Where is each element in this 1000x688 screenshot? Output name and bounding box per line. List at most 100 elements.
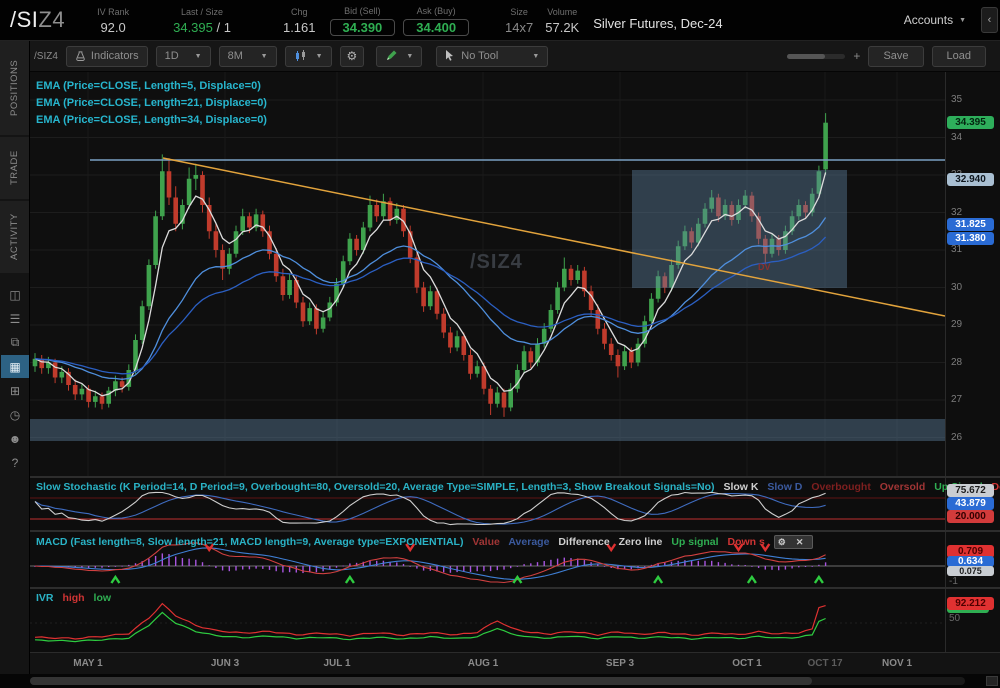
candlestick-icon xyxy=(294,50,307,62)
ema21-price-badge: 31.825 xyxy=(947,218,994,231)
legend-slow-k: Slow K xyxy=(723,481,758,493)
time-tick: AUG 1 xyxy=(468,658,499,669)
price-tick: 32 xyxy=(951,207,962,218)
sidebar-tab-positions[interactable]: POSITIONS xyxy=(0,41,29,135)
ema34-label[interactable]: EMA (Price=CLOSE, Length=34, Displace=0) xyxy=(36,112,267,129)
chg-label: Chg xyxy=(291,6,308,19)
timeframe-dropdown[interactable]: 1D ▼ xyxy=(156,46,211,67)
accounts-dropdown[interactable]: Accounts ▼ xyxy=(904,13,966,27)
range-value: 8M xyxy=(228,50,243,62)
price-tick: 27 xyxy=(951,394,962,405)
stochastic-title[interactable]: Slow Stochastic (K Period=14, D Period=9… xyxy=(36,481,715,493)
instrument-description: Silver Futures, Dec-24 xyxy=(593,16,722,31)
panel-divider xyxy=(30,587,1000,589)
toolbar-symbol: /SIZ4 xyxy=(34,51,58,62)
svg-text:/SIZ4: /SIZ4 xyxy=(470,251,523,273)
load-button[interactable]: Load xyxy=(932,46,986,67)
chg-value: 1.161 xyxy=(283,21,316,34)
price-tick: 31 xyxy=(951,244,962,255)
macd-difference-badge: 0.075 xyxy=(947,566,994,576)
cursor-icon xyxy=(445,50,455,62)
symbol-title: /SIZ4 xyxy=(10,7,65,33)
indicators-label: Indicators xyxy=(91,50,139,62)
chart-type-dropdown[interactable]: ▼ xyxy=(285,46,332,67)
scrollbar-handle[interactable] xyxy=(30,677,812,685)
chart-icon[interactable]: ▦ xyxy=(1,355,29,378)
indicator-labels[interactable]: EMA (Price=CLOSE, Length=5, Displace=0) … xyxy=(36,78,267,129)
zoom-slider-handle[interactable] xyxy=(787,54,825,59)
scrollbar-corner-button[interactable] xyxy=(986,676,998,686)
stochastic-header: Slow Stochastic (K Period=14, D Period=9… xyxy=(36,481,1000,493)
save-button[interactable]: Save xyxy=(868,46,923,67)
analyze-icon[interactable]: ☰ xyxy=(1,307,29,330)
indicators-button[interactable]: Indicators xyxy=(66,46,148,67)
ema5-label[interactable]: EMA (Price=CLOSE, Length=5, Displace=0) xyxy=(36,78,267,95)
chevron-down-icon: ▼ xyxy=(959,17,966,24)
price-tick: 34 xyxy=(951,132,962,143)
grid-icon[interactable]: ⊞ xyxy=(1,379,29,402)
chart-toolbar: /SIZ4 Indicators 1D ▼ 8M ▼ ▼ ⚙ ▼ xyxy=(30,41,1000,72)
ask-field: Ask (Buy) 34.400 xyxy=(403,5,469,36)
ask-label: Ask (Buy) xyxy=(417,5,456,18)
quote-bar: /SIZ4 IV Rank 92.0 Last / Size 34.395 / … xyxy=(0,0,1000,41)
time-tick: JUL 1 xyxy=(323,658,350,669)
zoom-slider[interactable] xyxy=(787,54,845,59)
symbol-suffix: Z4 xyxy=(38,7,65,32)
ivr-header: IVR high low xyxy=(36,592,117,604)
active-tool-label: No Tool xyxy=(461,50,498,62)
sidebar-tab-trade[interactable]: TRADE xyxy=(0,137,29,199)
popout-chart-icon[interactable]: ⧉ xyxy=(1,331,29,354)
last-size-label: Last / Size xyxy=(181,6,223,19)
time-tick: MAY 1 xyxy=(73,658,102,669)
range-dropdown[interactable]: 8M ▼ xyxy=(219,46,277,67)
chg-field: Chg 1.161 xyxy=(283,6,316,34)
stoch-k-badge: 75.672 xyxy=(947,484,994,497)
main-chart-canvas[interactable]: /SIZ4 DV xyxy=(30,72,945,478)
iv-rank-field: IV Rank 92.0 xyxy=(97,6,129,34)
time-tick: NOV 1 xyxy=(882,658,912,669)
timeframe-value: 1D xyxy=(165,50,179,62)
chevron-down-icon: ▼ xyxy=(261,53,268,60)
legend-macd-up-signal: Up signal xyxy=(671,536,718,548)
time-tick: OCT 17 xyxy=(807,658,842,669)
left-sidebar: POSITIONSTRADEACTIVITY ◫☰⧉▦⊞◷☻? xyxy=(0,41,30,688)
last-size-field: Last / Size 34.395 / 1 xyxy=(173,6,231,34)
help-icon[interactable]: ? xyxy=(1,451,29,474)
sidebar-tab-activity[interactable]: ACTIVITY xyxy=(0,201,29,273)
ivr-high-badge: 92.212 xyxy=(947,597,994,610)
studies-icon xyxy=(75,51,86,62)
bid-button[interactable]: 34.390 xyxy=(330,19,396,36)
ask-button[interactable]: 34.400 xyxy=(403,19,469,36)
ema21-label[interactable]: EMA (Price=CLOSE, Length=21, Displace=0) xyxy=(36,95,267,112)
collapse-panel-button[interactable]: ‹ xyxy=(981,7,998,33)
ivr-panel[interactable] xyxy=(30,589,945,652)
time-tick: SEP 3 xyxy=(606,658,634,669)
chart-settings-button[interactable]: ⚙ xyxy=(340,46,365,67)
level-price-badge: 32.940 xyxy=(947,173,994,186)
ema34-price-badge: 31.380 xyxy=(947,232,994,245)
macd-close-icon[interactable]: ✕ xyxy=(796,537,804,548)
history-icon[interactable]: ◷ xyxy=(1,403,29,426)
candlestick-chart: /SIZ4 DV xyxy=(30,72,945,478)
community-icon[interactable]: ☻ xyxy=(1,427,29,450)
active-tool-dropdown[interactable]: No Tool ▼ xyxy=(436,46,548,67)
bid-field: Bid (Sell) 34.390 xyxy=(330,5,396,36)
legend-macd-average: Average xyxy=(508,536,549,548)
ivr-title[interactable]: IVR xyxy=(36,592,54,604)
chevron-down-icon: ▼ xyxy=(195,53,202,60)
time-tick: OCT 1 xyxy=(732,658,761,669)
time-tick: JUN 3 xyxy=(211,658,239,669)
macd-axis-label: -1 xyxy=(949,576,958,587)
watchlist-icon[interactable]: ◫ xyxy=(1,283,29,306)
drawing-tools-dropdown[interactable]: ▼ xyxy=(376,46,422,67)
accounts-label: Accounts xyxy=(904,13,953,27)
macd-title[interactable]: MACD (Fast length=8, Slow length=21, MAC… xyxy=(36,536,463,548)
panel-divider xyxy=(30,476,1000,478)
panel-divider xyxy=(30,530,1000,532)
iv-rank-label: IV Rank xyxy=(97,6,129,19)
legend-ivr-high: high xyxy=(62,592,84,604)
svg-text:DV: DV xyxy=(758,262,771,272)
scrollbar-track[interactable] xyxy=(30,677,965,685)
macd-settings-gear-icon[interactable]: ⚙ xyxy=(778,537,786,548)
zoom-in-button[interactable]: + xyxy=(853,49,860,63)
